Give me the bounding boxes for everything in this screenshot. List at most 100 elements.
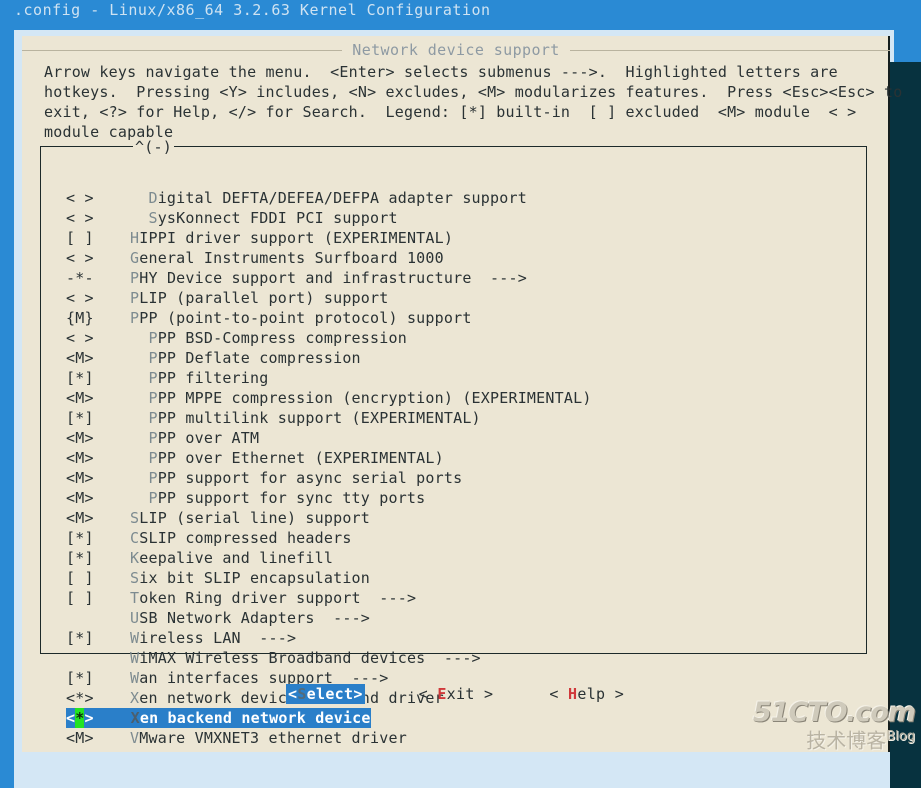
menu-item-mark[interactable]: -*- xyxy=(66,268,94,288)
menu-item-label: PP MPPE compression (encryption) (EXPERI… xyxy=(157,389,592,407)
menu-item[interactable]: <M> S LIP (serial line) support xyxy=(40,508,867,528)
menu-item-indent xyxy=(93,628,130,648)
menu-item-mark[interactable]: < > xyxy=(66,288,94,308)
menu-item-indent xyxy=(93,488,148,508)
menu-item-mark[interactable]: <M> xyxy=(66,348,94,368)
menu-item-indent xyxy=(93,348,148,368)
menu-item[interactable]: < > P PP BSD-Compress compression xyxy=(40,328,867,348)
menu-item-mark[interactable] xyxy=(66,608,93,628)
menu-item-mark[interactable]: <M> xyxy=(66,388,94,408)
menu-item-label: HY Device support and infrastructure xyxy=(139,269,472,287)
menu-item[interactable]: U SB Network Adapters ---> xyxy=(40,608,867,628)
menu-item-mark[interactable]: [*] xyxy=(66,368,94,388)
menu-item-mark[interactable]: [*] xyxy=(66,528,94,548)
menu-item[interactable]: < > Digital DEFTA/DEFEA/DEFPA adapter su… xyxy=(40,188,867,208)
cursor-block: * xyxy=(75,708,85,728)
dialog-title-row: Network device support xyxy=(22,40,891,60)
menu-item-indent xyxy=(93,228,130,248)
menu-item-mark[interactable]: <M> xyxy=(66,428,94,448)
menu-item-mark[interactable]: <M> xyxy=(66,728,94,748)
menu-item-hotkey: P xyxy=(148,489,158,507)
menu-item-mark[interactable]: < > xyxy=(66,328,94,348)
menu-item[interactable]: [*] P PP multilink support (EXPERIMENTAL) xyxy=(40,408,867,428)
menu-item[interactable]: [ ] H IPPI driver support (EXPERIMENTAL) xyxy=(40,228,867,248)
menu-item[interactable]: <M> P PP Deflate compression xyxy=(40,348,867,368)
menu-item-hotkey: P xyxy=(148,329,158,347)
menu-item-mark[interactable]: [ ] xyxy=(66,228,94,248)
button-label: elect xyxy=(306,685,354,703)
submenu-arrow-icon: ---> xyxy=(314,609,371,627)
menu-item[interactable]: < > SysKonnect FDDI PCI support xyxy=(40,208,867,228)
menu-item[interactable]: <M> V Mware VMXNET3 ethernet driver xyxy=(40,728,867,748)
menu-item-label: LIP (serial line) support xyxy=(139,509,371,527)
menu-item[interactable]: [ ] Token Ring driver support ---> xyxy=(40,588,867,608)
menu-item-mark-close: > xyxy=(84,708,131,728)
menu-list[interactable]: < > Digital DEFTA/DEFEA/DEFPA adapter su… xyxy=(40,188,867,748)
button-hotkey: S xyxy=(297,685,307,703)
menu-item[interactable]: <M> P PP support for sync tty ports xyxy=(40,488,867,508)
menu-item-mark[interactable]: {M} xyxy=(66,308,94,328)
menu-item-hotkey: P xyxy=(148,349,158,367)
menu-item[interactable]: <M> P PP support for async serial ports xyxy=(40,468,867,488)
menu-item[interactable]: [*] Keepalive and linefill xyxy=(40,548,867,568)
menu-item-mark[interactable]: [*] xyxy=(66,408,94,428)
button-label: elp xyxy=(577,685,606,703)
menu-item-mark[interactable] xyxy=(66,648,93,668)
menu-frame-rule-left xyxy=(40,146,133,147)
menu-item[interactable]: < * > Xen backend network device xyxy=(40,708,867,728)
menu-item-indent xyxy=(93,528,130,548)
menu-item-mark[interactable]: < > xyxy=(66,188,94,208)
menu-item-mark[interactable]: [*] xyxy=(66,548,94,568)
menu-item-mark[interactable]: < > xyxy=(66,208,94,228)
menu-item-label: SLIP compressed headers xyxy=(139,529,352,547)
menu-item-indent xyxy=(93,608,130,628)
menu-item-mark[interactable]: <M> xyxy=(66,448,94,468)
menu-item-hotkey: P xyxy=(148,469,158,487)
submenu-arrow-icon: ---> xyxy=(240,629,297,647)
menu-item-mark[interactable]: <M> xyxy=(66,508,94,528)
menu-item[interactable]: <M> P PP over ATM xyxy=(40,428,867,448)
menu-item-mark[interactable]: <M> xyxy=(66,468,94,488)
menu-item-hotkey: P xyxy=(130,309,140,327)
menu-item-hotkey: S xyxy=(130,509,140,527)
menu-item-label: PP support for sync tty ports xyxy=(157,489,426,507)
menu-item[interactable]: [*] C SLIP compressed headers xyxy=(40,528,867,548)
dialog-drop-shadow xyxy=(890,62,921,788)
select-button[interactable]: <Select> xyxy=(285,684,365,704)
menu-item-label: Mware VMXNET3 ethernet driver xyxy=(139,729,407,747)
title-rule-right xyxy=(569,49,891,51)
menu-item[interactable]: WiMAX Wireless Broadband devices ---> xyxy=(40,648,867,668)
button-bracket-close: > xyxy=(605,685,625,703)
button-bracket-open: < xyxy=(418,685,438,703)
menu-item-hotkey: S xyxy=(130,569,140,587)
menu-item-hotkey: P xyxy=(148,409,158,427)
exit-button[interactable]: < Exit > xyxy=(417,684,496,704)
menu-item-hotkey: P xyxy=(130,289,140,307)
menu-item-label: PP (point-to-point protocol) support xyxy=(139,309,472,327)
menu-item-label: eepalive and linefill xyxy=(139,549,334,567)
menu-item-mark[interactable]: < > xyxy=(66,248,94,268)
menu-item[interactable]: [*] Wireless LAN ---> xyxy=(40,628,867,648)
menu-item[interactable]: <M> P PP MPPE compression (encryption) (E… xyxy=(40,388,867,408)
menu-item[interactable]: [*] P PP filtering xyxy=(40,368,867,388)
menu-item-mark[interactable]: [ ] xyxy=(66,588,94,608)
menu-item-hotkey: U xyxy=(130,609,140,627)
menu-item-label: oken Ring driver support xyxy=(139,589,361,607)
menu-item-indent xyxy=(93,328,148,348)
menu-item[interactable]: {M} P PP (point-to-point protocol) suppor… xyxy=(40,308,867,328)
menu-item[interactable]: <M> P PP over Ethernet (EXPERIMENTAL) xyxy=(40,448,867,468)
menu-item-mark[interactable]: [*] xyxy=(66,628,94,648)
help-button[interactable]: < Help > xyxy=(547,684,626,704)
menu-item[interactable]: < > P LIP (parallel port) support xyxy=(40,288,867,308)
menu-item[interactable]: -*- P HY Device support and infrastructur… xyxy=(40,268,867,288)
button-bar[interactable]: <Select> < Exit > < Help > xyxy=(22,684,890,704)
menu-item-hotkey: K xyxy=(130,549,140,567)
button-bracket-open: < xyxy=(287,685,298,703)
window-title: .config - Linux/x86_64 3.2.63 Kernel Con… xyxy=(14,1,491,19)
menu-item-hotkey: G xyxy=(130,249,140,267)
terminal-window: .config - Linux/x86_64 3.2.63 Kernel Con… xyxy=(0,0,921,788)
menu-item-mark[interactable]: [ ] xyxy=(66,568,94,588)
menu-item[interactable]: < > General Instruments Surfboard 1000 xyxy=(40,248,867,268)
menu-item[interactable]: [ ] Six bit SLIP encapsulation xyxy=(40,568,867,588)
menu-item-mark[interactable]: <M> xyxy=(66,488,94,508)
